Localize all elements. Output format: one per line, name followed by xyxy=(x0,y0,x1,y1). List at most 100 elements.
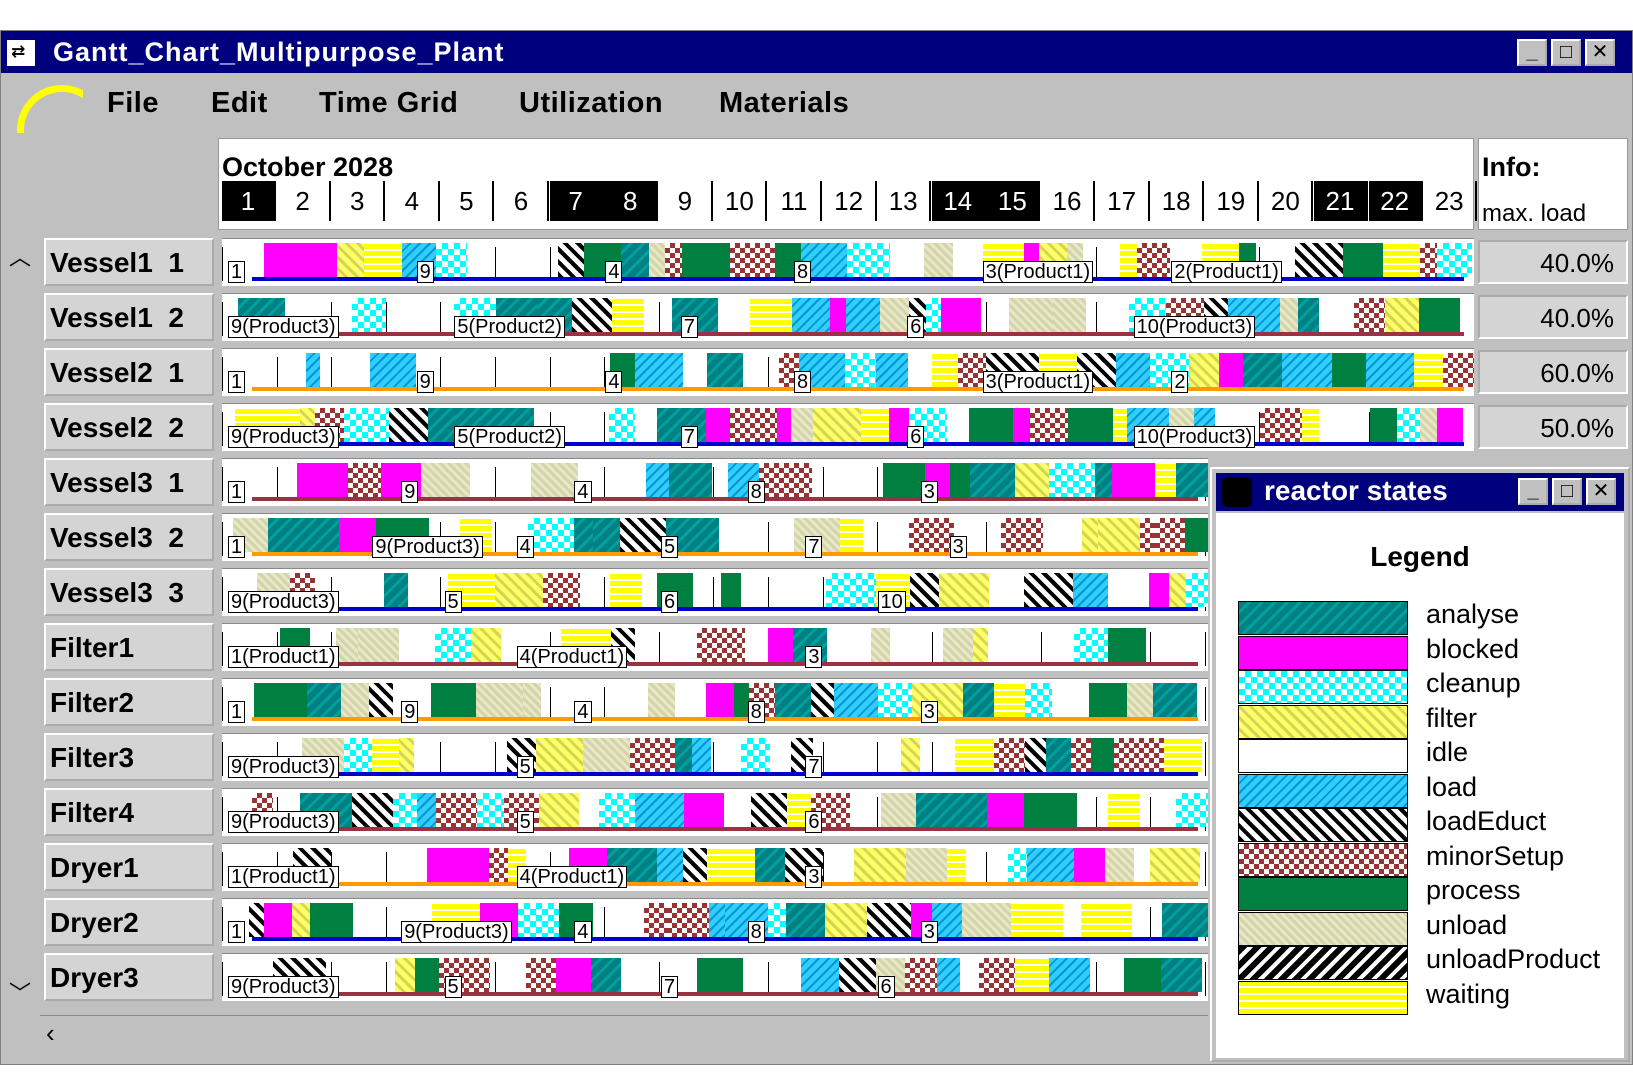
legend-minimize-button[interactable]: _ xyxy=(1518,478,1548,505)
gantt-bar[interactable] xyxy=(348,463,381,497)
gantt-bar[interactable] xyxy=(644,903,667,937)
gantt-bar[interactable] xyxy=(344,408,389,442)
gantt-bar[interactable] xyxy=(801,958,839,992)
gantt-bar[interactable] xyxy=(310,903,353,937)
gantt-bar[interactable] xyxy=(751,793,787,827)
gantt-bar[interactable] xyxy=(813,408,861,442)
row-label[interactable]: Vessel1 1 xyxy=(44,238,214,286)
close-button[interactable]: ✕ xyxy=(1585,39,1615,66)
menu-materials[interactable]: Materials xyxy=(719,87,849,120)
gantt-bar[interactable] xyxy=(889,408,909,442)
gantt-bar[interactable] xyxy=(1089,683,1127,717)
legend-maximize-button[interactable]: □ xyxy=(1552,478,1582,505)
gantt-bar[interactable] xyxy=(675,738,692,772)
gantt-bar[interactable] xyxy=(297,463,348,497)
batch-label[interactable]: 9 xyxy=(401,481,419,503)
gantt-lane[interactable]: 9(Product3) 5(Product2) 7 6 10(Product3) xyxy=(222,293,1474,341)
minimize-button[interactable]: _ xyxy=(1517,39,1547,66)
gantt-lane[interactable]: 9(Product3) 5 7 xyxy=(222,733,1208,781)
gantt-bar[interactable] xyxy=(706,408,730,442)
menu-edit[interactable]: Edit xyxy=(211,87,268,120)
gantt-bar[interactable] xyxy=(1098,518,1140,552)
gantt-bar[interactable] xyxy=(1025,683,1052,717)
batch-label[interactable]: 4 xyxy=(516,536,534,558)
gantt-bar[interactable] xyxy=(657,848,683,882)
gantt-bar[interactable] xyxy=(471,628,501,662)
gantt-bar[interactable] xyxy=(987,793,1024,827)
gantt-bar[interactable] xyxy=(1046,738,1071,772)
gantt-bar[interactable] xyxy=(1009,298,1053,332)
gantt-bar[interactable] xyxy=(867,903,911,937)
gantt-bar[interactable] xyxy=(476,683,523,717)
batch-label[interactable]: 8 xyxy=(747,701,765,723)
gantt-lane[interactable]: 9(Product3) 5 6 xyxy=(222,788,1208,836)
gantt-bar[interactable] xyxy=(1354,298,1385,332)
gantt-bar[interactable] xyxy=(1176,463,1208,497)
gantt-bar[interactable] xyxy=(610,573,642,607)
gantt-bar[interactable] xyxy=(372,738,399,772)
gantt-bar[interactable] xyxy=(839,958,876,992)
gantt-bar[interactable] xyxy=(706,683,734,717)
batch-label[interactable]: 6 xyxy=(877,976,895,998)
row-label[interactable]: Dryer3 xyxy=(44,953,214,1001)
gantt-bar[interactable] xyxy=(1155,463,1176,497)
gantt-bar[interactable] xyxy=(1298,298,1319,332)
gantt-bar[interactable] xyxy=(883,463,925,497)
gantt-bar[interactable] xyxy=(667,903,709,937)
gantt-bar[interactable] xyxy=(791,408,813,442)
gantt-bar[interactable] xyxy=(369,683,393,717)
gantt-bar[interactable] xyxy=(352,793,393,827)
gantt-bar[interactable] xyxy=(1114,738,1164,772)
gantt-bar[interactable] xyxy=(620,518,666,552)
batch-label[interactable]: 1 xyxy=(228,536,246,558)
batch-label[interactable]: 7 xyxy=(805,536,823,558)
gantt-bar[interactable] xyxy=(840,518,863,552)
gantt-bar[interactable] xyxy=(665,243,682,277)
gantt-bar[interactable] xyxy=(417,793,436,827)
batch-label[interactable]: 7 xyxy=(805,756,823,778)
batch-label[interactable]: 3 xyxy=(920,481,938,503)
gantt-bar[interactable] xyxy=(880,298,909,332)
gantt-bar[interactable] xyxy=(1366,353,1414,387)
gantt-bar[interactable] xyxy=(1149,573,1169,607)
gantt-bar[interactable] xyxy=(909,518,954,552)
gantt-bar[interactable] xyxy=(1186,573,1208,607)
gantt-bar[interactable] xyxy=(249,903,264,937)
gantt-bar[interactable] xyxy=(846,298,880,332)
gantt-bar[interactable] xyxy=(845,353,876,387)
gantt-bar[interactable] xyxy=(1185,518,1208,552)
gantt-bar[interactable] xyxy=(1155,518,1185,552)
gantt-bar[interactable] xyxy=(1053,298,1086,332)
batch-label[interactable]: 5 xyxy=(444,591,462,613)
gantt-bar[interactable] xyxy=(630,738,675,772)
gantt-bar[interactable] xyxy=(871,628,890,662)
gantt-bar[interactable] xyxy=(574,518,593,552)
batch-label[interactable]: 3(Product1) xyxy=(982,371,1094,393)
gantt-bar[interactable] xyxy=(518,903,559,937)
gantt-bar[interactable] xyxy=(906,848,947,882)
batch-label[interactable]: 1 xyxy=(228,921,246,943)
row-label[interactable]: Filter1 xyxy=(44,623,214,671)
batch-label[interactable]: 8 xyxy=(794,371,812,393)
gantt-bar[interactable] xyxy=(1082,518,1098,552)
batch-label[interactable]: 6 xyxy=(907,426,925,448)
gantt-bar[interactable] xyxy=(692,738,711,772)
batch-label[interactable]: 6 xyxy=(661,591,679,613)
gantt-bar[interactable] xyxy=(1437,408,1463,442)
row-label[interactable]: Vessel3 2 xyxy=(44,513,214,561)
gantt-bar[interactable] xyxy=(1068,408,1113,442)
gantt-bar[interactable] xyxy=(707,848,726,882)
batch-label[interactable]: 9(Product3) xyxy=(372,536,483,558)
gantt-bar[interactable] xyxy=(1343,243,1383,277)
gantt-bar[interactable] xyxy=(1008,848,1027,882)
gantt-bar[interactable] xyxy=(786,903,825,937)
gantt-bar[interactable] xyxy=(878,683,912,717)
gantt-bar[interactable] xyxy=(1140,518,1155,552)
gantt-bar[interactable] xyxy=(955,738,994,772)
gantt-bar[interactable] xyxy=(1081,903,1132,937)
gantt-bar[interactable] xyxy=(1153,683,1197,717)
batch-label[interactable]: 4(Product1) xyxy=(516,646,628,668)
gantt-bar[interactable] xyxy=(697,628,745,662)
gantt-bar[interactable] xyxy=(1280,298,1298,332)
gantt-bar[interactable] xyxy=(572,298,612,332)
